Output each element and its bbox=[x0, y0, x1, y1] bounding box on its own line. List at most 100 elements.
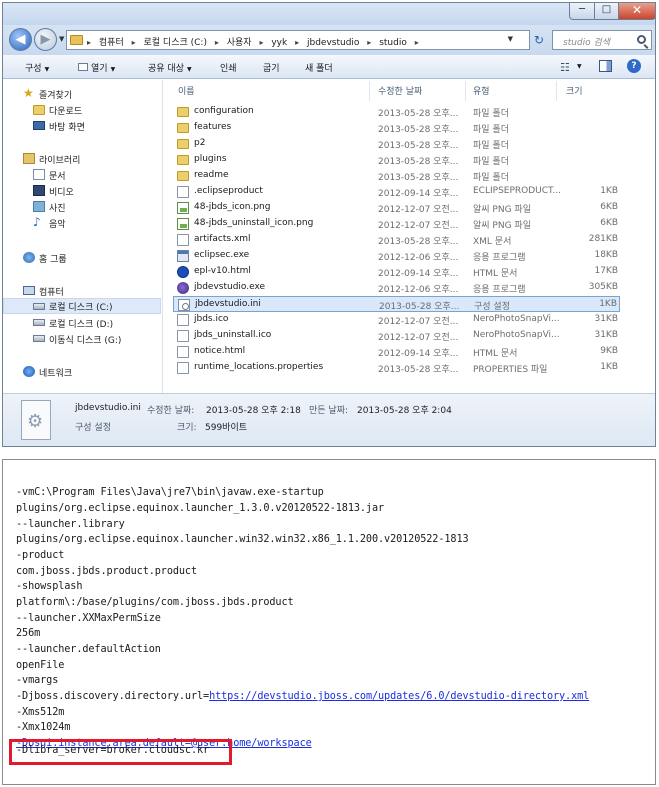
file-type: HTML 문서 bbox=[473, 349, 518, 359]
folder-icon bbox=[177, 155, 189, 165]
table-row[interactable]: runtime_locations.properties 2013-05-28 오… bbox=[173, 360, 620, 376]
breadcrumb-separator-icon[interactable]: ▸ bbox=[295, 38, 299, 47]
file-size: 6KB bbox=[600, 218, 618, 228]
table-row[interactable]: jbdevstudio.exe 2012-12-06 오후... 응용 프로그램 30… bbox=[173, 280, 620, 296]
sidebar-item-local-disk-c[interactable]: 로컬 디스크 (C:) bbox=[3, 298, 161, 314]
sidebar-item-desktop[interactable]: 바탕 화면 bbox=[3, 118, 161, 134]
file-date: 2012-12-07 오전... bbox=[378, 221, 459, 231]
ini-line: 256m bbox=[16, 628, 41, 639]
refresh-icon[interactable]: ↻ bbox=[534, 33, 544, 47]
xml-file-icon bbox=[177, 234, 189, 246]
organize-menu[interactable]: 구성 ▼ bbox=[25, 61, 49, 74]
table-row[interactable]: epl-v10.html 2012-09-14 오후... HTML 문서 17KB bbox=[173, 264, 620, 280]
new-folder-button[interactable]: 새 폴더 bbox=[305, 61, 333, 74]
star-icon: ★ bbox=[23, 86, 34, 100]
navigation-bar: ◀ ▶ ▼ ▸ 컴퓨터 ▸ 로컬 디스크 (C:) ▸ 사용자 ▸ yyk ▸ … bbox=[3, 25, 655, 55]
file-type: 파일 폴더 bbox=[473, 109, 509, 119]
chevron-down-icon: ▼ bbox=[186, 66, 192, 73]
table-row[interactable]: plugins 2013-05-28 오후... 파일 폴더 bbox=[173, 152, 620, 168]
file-name: p2 bbox=[194, 138, 206, 148]
column-divider[interactable] bbox=[556, 81, 557, 101]
breadcrumb-yyk[interactable]: yyk bbox=[271, 38, 287, 48]
sidebar-item-documents[interactable]: 문서 bbox=[3, 167, 161, 183]
file-size: 281KB bbox=[588, 234, 618, 244]
help-icon[interactable]: ? bbox=[627, 59, 641, 73]
breadcrumb-computer[interactable]: 컴퓨터 bbox=[99, 38, 124, 48]
png-image-icon bbox=[177, 202, 189, 214]
table-row[interactable]: jbds.ico 2012-12-07 오전... NeroPhotoSnapVi.… bbox=[173, 312, 620, 328]
minimize-button[interactable]: ─ bbox=[569, 3, 595, 20]
library-icon bbox=[23, 153, 35, 164]
file-name: .eclipseproduct bbox=[194, 186, 263, 196]
sidebar-item-label: 네트워크 bbox=[39, 369, 73, 379]
sidebar-item-label: 문서 bbox=[49, 172, 66, 182]
sidebar-item-network[interactable]: 네트워크 bbox=[3, 364, 161, 380]
breadcrumb-jbdevstudio[interactable]: jbdevstudio bbox=[307, 38, 359, 48]
file-list: 이름 수정한 날짜 유형 크기 configuration 2013-05-28 … bbox=[163, 80, 655, 393]
png-image-icon bbox=[177, 218, 189, 230]
sidebar-item-label: 비디오 bbox=[49, 188, 74, 198]
search-input[interactable]: studio 검색 bbox=[552, 30, 652, 50]
table-row[interactable]: eclipsec.exe 2012-12-06 오후... 응용 프로그램 18KB bbox=[173, 248, 620, 264]
table-row[interactable]: artifacts.xml 2013-05-28 오후... XML 문서 281KB bbox=[173, 232, 620, 248]
breadcrumb-separator-icon[interactable]: ▸ bbox=[259, 38, 263, 47]
print-button[interactable]: 인쇄 bbox=[220, 61, 237, 74]
column-header-date[interactable]: 수정한 날짜 bbox=[378, 84, 422, 97]
file-name: artifacts.xml bbox=[194, 234, 251, 244]
folder-icon bbox=[177, 171, 189, 181]
address-bar[interactable]: ▸ 컴퓨터 ▸ 로컬 디스크 (C:) ▸ 사용자 ▸ yyk ▸ jbdevs… bbox=[66, 30, 530, 50]
sidebar-item-downloads[interactable]: 다운로드 bbox=[3, 102, 161, 118]
discovery-directory-link[interactable]: https://devstudio.jboss.com/updates/6.0/… bbox=[209, 691, 589, 702]
table-row[interactable]: jbds_uninstall.ico 2012-12-07 오전... NeroPh… bbox=[173, 328, 620, 344]
open-menu[interactable]: 열기 ▼ bbox=[78, 61, 115, 74]
column-divider[interactable] bbox=[369, 81, 370, 101]
maximize-button[interactable]: □ bbox=[594, 3, 619, 20]
sidebar-item-pictures[interactable]: 사진 bbox=[3, 199, 161, 215]
view-options-icon[interactable]: ☷ bbox=[560, 61, 570, 74]
close-button[interactable]: ✕ bbox=[618, 3, 655, 20]
breadcrumb-separator-icon[interactable]: ▸ bbox=[367, 38, 371, 47]
table-row[interactable]: .eclipseproduct 2012-09-14 오후... ECLIPSEPR… bbox=[173, 184, 620, 200]
address-history-dropdown-icon[interactable]: ▼ bbox=[508, 35, 513, 43]
preview-pane-icon[interactable] bbox=[599, 60, 612, 72]
details-type: 구성 설정 bbox=[75, 423, 111, 433]
sidebar-item-local-disk-d[interactable]: 로컬 디스크 (D:) bbox=[3, 315, 161, 331]
breadcrumb-separator-icon[interactable]: ▸ bbox=[132, 38, 136, 47]
search-icon[interactable] bbox=[637, 35, 646, 44]
burn-button[interactable]: 굽기 bbox=[263, 61, 280, 74]
breadcrumb-local-disk[interactable]: 로컬 디스크 (C:) bbox=[144, 38, 207, 48]
column-divider[interactable] bbox=[465, 81, 466, 101]
column-header-size[interactable]: 크기 bbox=[566, 84, 583, 97]
table-row[interactable]: 48-jbds_uninstall_icon.png 2012-12-07 오전.… bbox=[173, 216, 620, 232]
share-with-menu[interactable]: 공유 대상 ▼ bbox=[148, 61, 192, 74]
column-header-name[interactable]: 이름 bbox=[178, 84, 195, 97]
table-row[interactable]: p2 2013-05-28 오후... 파일 폴더 bbox=[173, 136, 620, 152]
breadcrumb-users[interactable]: 사용자 bbox=[227, 38, 252, 48]
table-row[interactable]: readme 2013-05-28 오후... 파일 폴더 bbox=[173, 168, 620, 184]
breadcrumb-separator-icon[interactable]: ▸ bbox=[215, 38, 219, 47]
breadcrumb-studio[interactable]: studio bbox=[379, 38, 407, 48]
sidebar-item-favorites[interactable]: ★ 즐겨찾기 bbox=[3, 86, 161, 102]
file-name: plugins bbox=[194, 154, 227, 164]
table-row[interactable]: notice.html 2012-09-14 오후... HTML 문서 9KB bbox=[173, 344, 620, 360]
recent-pages-dropdown-icon[interactable]: ▼ bbox=[59, 35, 64, 43]
sidebar-item-videos[interactable]: 비디오 bbox=[3, 183, 161, 199]
column-header-type[interactable]: 유형 bbox=[473, 84, 490, 97]
properties-file-icon bbox=[177, 362, 189, 374]
file-name: configuration bbox=[194, 106, 254, 116]
sidebar-item-computer[interactable]: 컴퓨터 bbox=[3, 283, 161, 299]
sidebar-item-libraries[interactable]: 라이브러리 bbox=[3, 151, 161, 167]
table-row[interactable]: 48-jbds_icon.png 2012-12-07 오전... 알씨 PNG 파… bbox=[173, 200, 620, 216]
sidebar-item-removable-disk-g[interactable]: 이동식 디스크 (G:) bbox=[3, 331, 161, 347]
table-row[interactable]: features 2013-05-28 오후... 파일 폴더 bbox=[173, 120, 620, 136]
sidebar-item-music[interactable]: ♪ 음악 bbox=[3, 215, 161, 231]
chevron-down-icon[interactable]: ▼ bbox=[577, 63, 582, 70]
table-row[interactable]: configuration 2013-05-28 오후... 파일 폴더 bbox=[173, 104, 620, 120]
settings-file-icon bbox=[21, 400, 51, 440]
file-type: 파일 폴더 bbox=[473, 173, 509, 183]
sidebar-item-homegroup[interactable]: 홈 그룹 bbox=[3, 250, 161, 266]
breadcrumb-separator-icon[interactable]: ▸ bbox=[415, 38, 419, 47]
table-row-selected[interactable]: jbdevstudio.ini 2013-05-28 오후... 구성 설정 1KB bbox=[173, 296, 620, 312]
forward-button[interactable]: ▶ bbox=[34, 28, 57, 51]
back-button[interactable]: ◀ bbox=[9, 28, 32, 51]
